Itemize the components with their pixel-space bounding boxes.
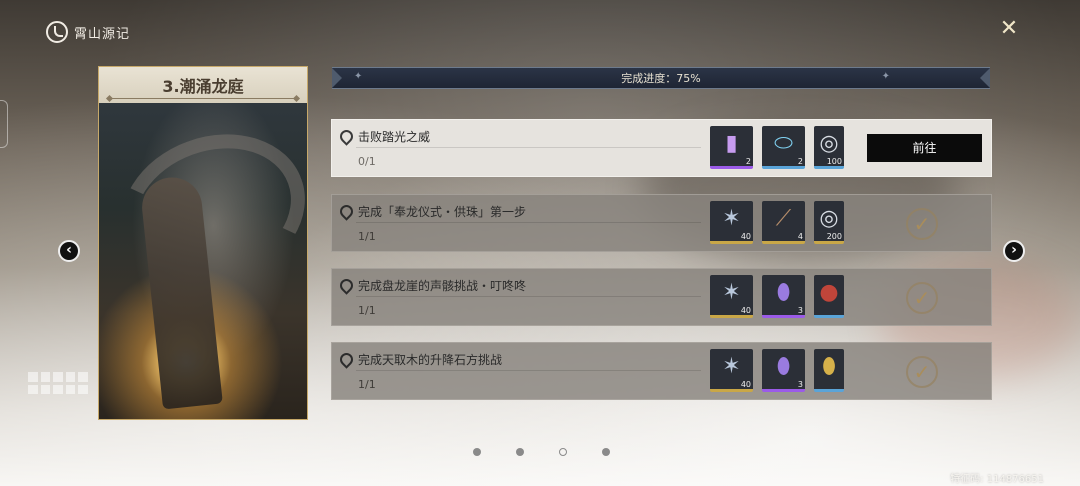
reward-scroll-item[interactable]: ⟋ 4 bbox=[762, 201, 805, 244]
previous-page-button[interactable]: ‹ bbox=[58, 240, 80, 262]
task-divider bbox=[356, 296, 701, 297]
reward-star-crystal-item[interactable]: ✶ 40 bbox=[710, 349, 753, 392]
reward-red-pouch-item[interactable]: ● bbox=[814, 275, 844, 318]
task-progress-count: 1/1 bbox=[358, 304, 376, 317]
task-title: 完成盘龙崖的声骸挑战・叮咚咚 bbox=[358, 279, 527, 293]
location-pin-icon bbox=[337, 127, 356, 146]
dragon-emblem-icon bbox=[46, 21, 68, 43]
chapter-title: 3.潮涌龙庭 bbox=[162, 77, 244, 96]
reward-quantity: 40 bbox=[740, 306, 751, 315]
reward-star-crystal-item[interactable]: ✶ 40 bbox=[710, 201, 753, 244]
next-page-button[interactable]: › bbox=[1003, 240, 1025, 262]
completion-progress-bar: ✦ 完成进度：75% ✦ bbox=[332, 67, 990, 89]
blue-capsule-item-icon: ⬭ bbox=[774, 131, 793, 156]
reward-purple-capsule-item[interactable]: ⬮ 3 bbox=[762, 275, 805, 318]
go-button[interactable]: 前往 bbox=[867, 134, 982, 162]
page-dot[interactable] bbox=[602, 448, 610, 456]
reward-quantity: 40 bbox=[740, 232, 751, 241]
reward-purple-tube-item[interactable]: ▮ 2 bbox=[710, 126, 753, 169]
task-title: 击败踏光之威 bbox=[358, 130, 431, 144]
purple-capsule-item-icon: ⬮ bbox=[776, 280, 791, 305]
completed-check-icon: ✓ bbox=[906, 282, 938, 314]
coin-item-icon: ◎ bbox=[819, 131, 839, 156]
reward-gold-capsule-item[interactable]: ⬮ bbox=[814, 349, 844, 392]
task-title: 完成天取木的升降石方挑战 bbox=[358, 353, 503, 367]
side-tab-handle[interactable] bbox=[0, 100, 8, 148]
task-row: 完成天取木的升降石方挑战 1/1 ✶ 40 ⬮ 3 ⬮ ✓ bbox=[331, 342, 992, 400]
reward-quantity: 40 bbox=[740, 380, 751, 389]
game-logo: 霄山源记 bbox=[46, 21, 130, 43]
task-row: 完成「奉龙仪式・供珠」第一步 1/1 ✶ 40 ⟋ 4 ◎ 200 ✓ bbox=[331, 194, 992, 252]
reward-quantity: 4 bbox=[797, 232, 803, 241]
page-dot-current[interactable] bbox=[559, 448, 567, 456]
logo-text: 霄山源记 bbox=[74, 26, 131, 42]
reward-coin-item[interactable]: ◎ 100 bbox=[814, 126, 844, 169]
reward-quantity: 3 bbox=[797, 306, 803, 315]
player-id-code: 特征码: 114876651 bbox=[950, 474, 1044, 485]
task-row: 完成盘龙崖的声骸挑战・叮咚咚 1/1 ✶ 40 ⬮ 3 ● ✓ bbox=[331, 268, 992, 326]
close-icon[interactable]: ✕ bbox=[994, 14, 1024, 44]
reward-quantity: 2 bbox=[797, 157, 803, 166]
reward-quantity: 200 bbox=[826, 232, 842, 241]
task-title: 完成「奉龙仪式・供珠」第一步 bbox=[358, 205, 527, 219]
star-crystal-item-icon: ✶ bbox=[722, 206, 741, 231]
reward-coin-item[interactable]: ◎ 200 bbox=[814, 201, 844, 244]
card-header: 3.潮涌龙庭 bbox=[99, 67, 307, 103]
page-indicator bbox=[473, 448, 610, 456]
chapter-card: 3.潮涌龙庭 bbox=[98, 66, 308, 420]
completed-check-icon: ✓ bbox=[906, 356, 938, 388]
task-progress-count: 0/1 bbox=[358, 155, 376, 168]
purple-tube-item-icon: ▮ bbox=[725, 131, 738, 156]
task-divider bbox=[356, 147, 701, 148]
location-pin-icon bbox=[337, 350, 356, 369]
reward-quantity: 3 bbox=[797, 380, 803, 389]
purple-capsule-item-icon: ⬮ bbox=[776, 354, 791, 379]
card-title-divider bbox=[109, 98, 297, 99]
scroll-item-icon: ⟋ bbox=[775, 206, 792, 231]
reward-purple-capsule-item[interactable]: ⬮ 3 bbox=[762, 349, 805, 392]
completed-check-icon: ✓ bbox=[906, 208, 938, 240]
reward-star-crystal-item[interactable]: ✶ 40 bbox=[710, 275, 753, 318]
task-divider bbox=[356, 222, 701, 223]
background-building bbox=[28, 372, 88, 394]
location-pin-icon bbox=[337, 276, 356, 295]
gold-capsule-item-icon: ⬮ bbox=[822, 354, 836, 379]
page-dot[interactable] bbox=[516, 448, 524, 456]
location-pin-icon bbox=[337, 202, 356, 221]
coin-item-icon: ◎ bbox=[819, 206, 839, 231]
page-dot[interactable] bbox=[473, 448, 481, 456]
reward-quantity: 2 bbox=[745, 157, 751, 166]
reward-quantity: 100 bbox=[826, 157, 842, 166]
task-row[interactable]: 击败踏光之威 0/1 ▮ 2 ⬭ 2 ◎ 100 前往 bbox=[331, 119, 992, 177]
star-crystal-item-icon: ✶ bbox=[722, 280, 741, 305]
reward-blue-capsule-item[interactable]: ⬭ 2 bbox=[762, 126, 805, 169]
red-pouch-item-icon: ● bbox=[819, 280, 839, 305]
task-divider bbox=[356, 370, 701, 371]
task-progress-count: 1/1 bbox=[358, 378, 376, 391]
star-crystal-item-icon: ✶ bbox=[722, 354, 741, 379]
sparkle-icon: ✦ bbox=[881, 71, 890, 82]
task-progress-count: 1/1 bbox=[358, 230, 376, 243]
progress-label: 完成进度：75% bbox=[621, 72, 701, 85]
